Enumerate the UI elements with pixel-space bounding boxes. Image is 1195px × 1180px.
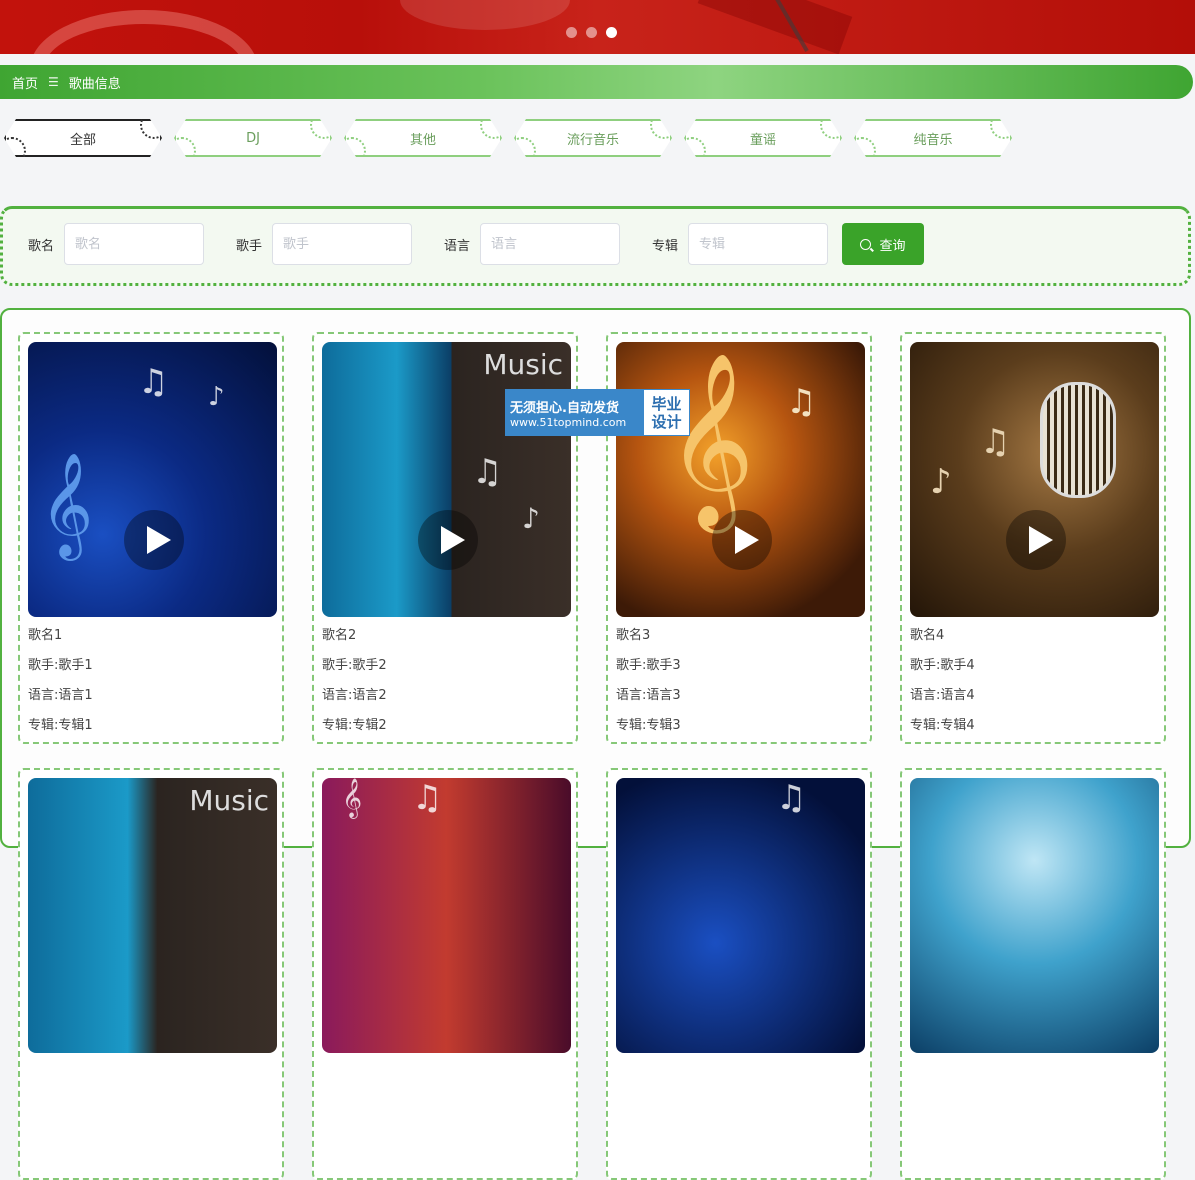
music-note-icon: ♪ xyxy=(208,382,225,412)
song-cover-image: ♪ ♫ xyxy=(910,342,1159,617)
song-card[interactable] xyxy=(900,768,1166,1180)
watermark-line1: 无须担心.自动发货 xyxy=(510,400,619,416)
song-singer: 歌手:歌手2 xyxy=(322,658,387,673)
song-cover-image: Music ♫ ♪ xyxy=(322,342,571,617)
banner-carousel[interactable] xyxy=(0,0,1195,54)
play-icon[interactable] xyxy=(712,510,772,570)
language-input[interactable] xyxy=(480,223,621,265)
microphone-icon xyxy=(1040,382,1116,498)
carousel-indicators xyxy=(566,27,617,38)
banner-decoration xyxy=(30,10,258,54)
watermark-side2: 设计 xyxy=(651,412,682,431)
song-name-input[interactable] xyxy=(64,223,205,265)
treble-clef-icon: 𝄞 xyxy=(666,352,755,526)
breadcrumb-home-link[interactable]: 首页 xyxy=(12,73,38,92)
album-input[interactable] xyxy=(688,223,829,265)
cover-music-text: Music xyxy=(483,348,563,381)
category-tab-all[interactable]: 全部 xyxy=(4,119,162,157)
music-note-icon: ♫ xyxy=(980,422,1011,462)
banner-decoration xyxy=(400,0,570,30)
watermark-url: www.51topmind.com xyxy=(510,415,627,429)
song-name: 歌名1 xyxy=(28,628,63,643)
music-note-icon: ♫ xyxy=(412,778,443,818)
singer-input[interactable] xyxy=(272,223,413,265)
carousel-dot-1[interactable] xyxy=(566,27,577,38)
song-card[interactable]: 𝄞 ♫ ♪ 歌名1 歌手:歌手1 语言:语言1 专辑:专辑1 xyxy=(18,332,284,744)
language-label: 语言 xyxy=(444,238,471,254)
music-note-icon: ♪ xyxy=(930,462,952,502)
breadcrumb-separator-icon: ☰ xyxy=(48,75,59,89)
song-album: 专辑:专辑3 xyxy=(616,718,681,733)
song-card[interactable]: ♫ xyxy=(606,768,872,1180)
song-card[interactable]: Music xyxy=(18,768,284,1180)
song-name: 歌名3 xyxy=(616,628,651,643)
song-card[interactable]: 𝄞 ♫ xyxy=(312,768,578,1180)
category-tab-nursery-rhymes[interactable]: 童谣 xyxy=(684,119,842,157)
treble-clef-icon: 𝄞 xyxy=(40,452,94,557)
search-button-label: 查询 xyxy=(879,238,906,254)
banner-decoration xyxy=(697,0,853,54)
category-tabs: 全部 DJ 其他 流行音乐 童谣 纯音乐 xyxy=(4,119,1012,157)
song-name-field-group: 歌名 xyxy=(28,223,205,265)
song-album: 专辑:专辑1 xyxy=(28,718,93,733)
music-note-icon: ♪ xyxy=(522,502,540,535)
song-name: 歌名2 xyxy=(322,628,357,643)
song-singer: 歌手:歌手3 xyxy=(616,658,681,673)
category-tab-dj[interactable]: DJ xyxy=(174,119,332,157)
song-cover-image: 𝄞 ♫ xyxy=(322,778,571,1053)
song-album: 专辑:专辑4 xyxy=(910,718,975,733)
music-note-icon: ♫ xyxy=(472,452,503,492)
category-tab-other[interactable]: 其他 xyxy=(344,119,502,157)
category-tab-pop[interactable]: 流行音乐 xyxy=(514,119,672,157)
watermark-side1: 毕业 xyxy=(651,394,682,413)
music-note-icon: ♫ xyxy=(138,362,169,402)
song-language: 语言:语言4 xyxy=(910,688,975,703)
song-language: 语言:语言1 xyxy=(28,688,93,703)
search-icon xyxy=(860,238,872,250)
album-label: 专辑 xyxy=(652,238,679,254)
cover-music-text: Music xyxy=(189,784,269,817)
breadcrumb-current: 歌曲信息 xyxy=(68,76,121,92)
song-cover-image xyxy=(910,778,1159,1053)
song-cover-image: 𝄞 ♫ ♪ xyxy=(28,342,277,617)
singer-label: 歌手 xyxy=(236,238,263,254)
song-language: 语言:语言2 xyxy=(322,688,387,703)
song-name-label: 歌名 xyxy=(28,238,55,254)
singer-field-group: 歌手 xyxy=(236,223,413,265)
song-name: 歌名4 xyxy=(910,628,945,643)
song-cover-image: 𝄞 ♫ xyxy=(616,342,865,617)
category-tab-instrumental[interactable]: 纯音乐 xyxy=(854,119,1012,157)
search-panel: 歌名 歌手 语言 专辑 查询 xyxy=(0,206,1191,286)
watermark-banner: 无须担心.自动发货 www.51topmind.com 毕业 设计 xyxy=(505,389,690,436)
breadcrumb: 首页 ☰ 歌曲信息 xyxy=(0,65,1193,99)
carousel-dot-3[interactable] xyxy=(606,27,617,38)
treble-clef-icon: 𝄞 xyxy=(342,778,363,818)
music-note-icon: ♫ xyxy=(776,778,807,818)
carousel-dot-2[interactable] xyxy=(586,27,597,38)
song-album: 专辑:专辑2 xyxy=(322,718,387,733)
song-singer: 歌手:歌手4 xyxy=(910,658,975,673)
song-card[interactable]: ♪ ♫ 歌名4 歌手:歌手4 语言:语言4 专辑:专辑4 xyxy=(900,332,1166,744)
play-icon[interactable] xyxy=(124,510,184,570)
language-field-group: 语言 xyxy=(444,223,621,265)
song-singer: 歌手:歌手1 xyxy=(28,658,93,673)
play-icon[interactable] xyxy=(418,510,478,570)
search-button[interactable]: 查询 xyxy=(842,223,924,265)
song-cover-image: ♫ xyxy=(616,778,865,1053)
album-field-group: 专辑 xyxy=(652,223,829,265)
play-icon[interactable] xyxy=(1006,510,1066,570)
song-cover-image: Music xyxy=(28,778,277,1053)
song-language: 语言:语言3 xyxy=(616,688,681,703)
music-note-icon: ♫ xyxy=(786,382,817,422)
